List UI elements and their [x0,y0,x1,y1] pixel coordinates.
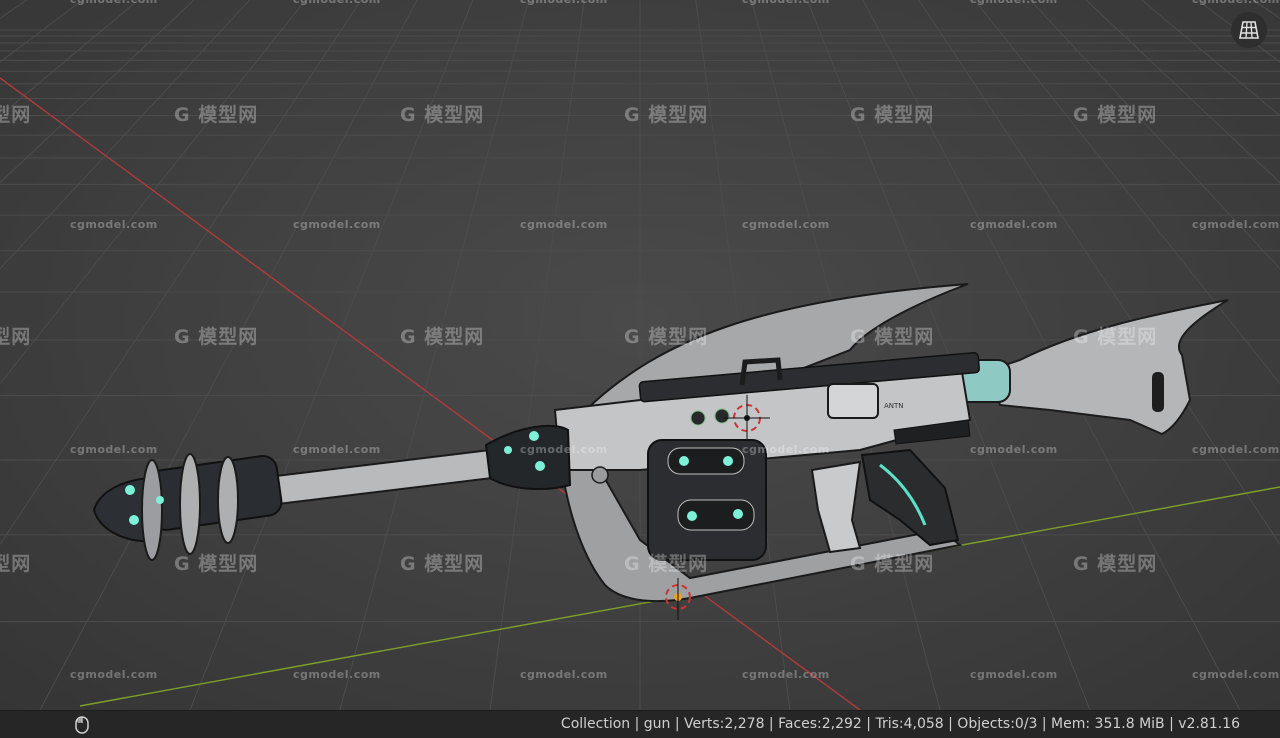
gun-glow-dot [733,509,743,519]
gun-grip [810,460,862,554]
scene[interactable]: ANTN [0,0,1280,710]
grid-floor-glyph [1239,21,1259,39]
mouse-icon [75,716,89,734]
gun-muzzle-ring [141,459,163,561]
gun-glow-dot [504,446,512,454]
status-bar: Collection | gun | Verts:2,278 | Faces:2… [0,710,1280,738]
gun-glow-dot [723,456,733,466]
gun-muzzle-ring [179,453,201,555]
gun-stock [988,299,1229,436]
gun-glow-dot [687,511,697,521]
gun-glow-dot [535,461,545,471]
gun-glow-dot [156,496,164,504]
gun-barrel-shroud [484,424,572,491]
gun-glow-dot [679,456,689,466]
gun-barrel [274,448,494,506]
gun-port [690,410,706,426]
gun-scope-block [827,383,879,419]
gun-stock-slot [1152,372,1164,412]
gun-glow-dot [129,515,139,525]
gun-muzzle-core [146,454,283,531]
gun-port [714,408,730,424]
gun-model[interactable]: ANTN [92,283,1229,603]
3d-viewport[interactable]: ANTN cgmodel.com cgmodel.com cgmodel.com… [0,0,1280,710]
gun-glow-dot [529,431,539,441]
gun-glow-dot [125,485,135,495]
gun-barrel-marking: ANTN [884,402,904,410]
gun-port [591,466,609,484]
grid-floor-icon[interactable] [1231,12,1267,48]
scene-statistics: Collection | gun | Verts:2,278 | Faces:2… [560,716,1240,732]
gun-muzzle-ring [217,456,239,544]
